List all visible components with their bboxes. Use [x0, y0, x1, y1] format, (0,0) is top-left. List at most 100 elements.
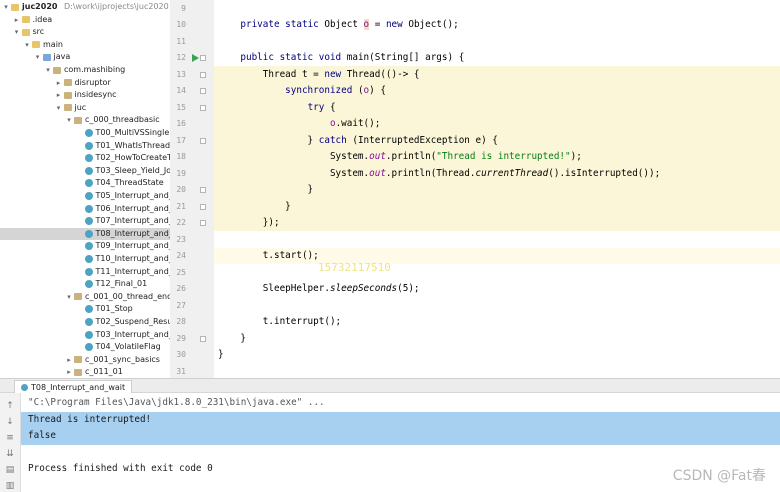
tree-node-label: juc [74, 102, 87, 112]
code-editor[interactable]: private static Object o = new Object(); … [214, 0, 780, 378]
class-icon [84, 217, 93, 226]
line-number: 23 [176, 234, 186, 244]
chevron-right-icon[interactable]: ▸ [65, 366, 73, 378]
print-icon[interactable]: ▤ [5, 465, 15, 475]
line-number: 30 [176, 350, 186, 359]
chevron-down-icon[interactable]: ▾ [23, 39, 31, 52]
tree-node-label: insidesync [74, 90, 117, 100]
class-icon [84, 267, 93, 276]
chevron-right-icon[interactable]: ▸ [55, 77, 63, 90]
tree-node[interactable]: ▸ c_001_sync_basics [0, 354, 170, 367]
tree-node[interactable]: T04_VolatileFlag [0, 341, 170, 354]
code-token: Thread(()-> { [346, 68, 420, 80]
chevron-down-icon[interactable]: ▾ [55, 102, 63, 115]
run-tab[interactable]: T08_Interrupt_and_wait [14, 380, 133, 394]
tree-node[interactable]: ▸ c_011_01 [0, 366, 170, 378]
line-number: 18 [176, 152, 186, 161]
chevron-right-icon[interactable]: ▸ [55, 89, 63, 102]
scroll-end-icon[interactable]: ⇊ [5, 449, 15, 459]
fold-marker-icon[interactable] [200, 55, 206, 61]
tree-node[interactable]: T02_Suspend_Resume [0, 316, 170, 329]
tree-node-label: T02_HowToCreateThread [95, 153, 171, 163]
fold-marker-icon[interactable] [200, 335, 206, 342]
tree-node[interactable]: ▾ c_000_threadbasic [0, 114, 170, 127]
chevron-down-icon[interactable]: ▾ [65, 291, 73, 304]
console-output[interactable]: "C:\Program Files\Java\jdk1.8.0_231\bin\… [21, 393, 780, 492]
chevron-down-icon[interactable]: ▾ [2, 1, 10, 14]
code-token: t.interrupt(); [218, 316, 342, 327]
chevron-down-icon[interactable]: ▾ [34, 51, 42, 64]
folder-icon [32, 41, 40, 49]
tree-node-label: juc2020 [22, 2, 58, 11]
fold-marker-icon[interactable] [200, 187, 206, 193]
down-arrow-icon[interactable]: ↓ [5, 417, 15, 427]
chevron-right-icon[interactable]: ▸ [13, 14, 21, 27]
wrap-icon[interactable]: ≡ [5, 433, 15, 443]
tree-node-label: c_001_00_thread_end [85, 291, 170, 301]
code-line: } catch (InterruptedException e) { [218, 133, 498, 150]
trash-icon[interactable]: ▥ [5, 481, 15, 491]
fold-marker-icon[interactable] [200, 104, 206, 111]
run-gutter-icon[interactable] [192, 54, 199, 63]
code-line: } [218, 199, 291, 216]
code-token: = [369, 19, 386, 30]
code-line: SleepHelper.sleepSeconds(5); [218, 281, 420, 298]
tree-node[interactable]: ▾ juc [0, 102, 170, 115]
tree-node-label: T12_Final_01 [95, 279, 148, 289]
tree-node[interactable]: T01_WhatIsThread [0, 140, 170, 153]
chevron-down-icon[interactable]: ▾ [13, 26, 21, 39]
fold-marker-icon[interactable] [200, 71, 206, 78]
project-tree[interactable]: ▾ juc2020 D:\work\ijprojects\juc2020 ▸ .idea… [0, 0, 171, 378]
tree-node[interactable]: ▸ insidesync [0, 89, 170, 102]
up-arrow-icon[interactable]: ↑ [5, 401, 15, 411]
tree-node-label: T11_Interrupt_and_lockInterruptibly [95, 266, 171, 276]
tree-node[interactable]: T03_Interrupt_and_NormalThread [0, 329, 170, 342]
chevron-right-icon[interactable]: ▸ [65, 354, 73, 367]
tree-node[interactable]: ▾ juc2020 D:\work\ijprojects\juc2020 [0, 1, 170, 14]
line-number: 24 [176, 251, 186, 260]
tree-node[interactable]: ▾ java [0, 51, 170, 64]
tree-node[interactable]: T11_Interrupt_and_lockInterruptibly [0, 266, 170, 279]
tree-node[interactable]: T09_Interrupt_and_sync [0, 240, 170, 253]
tree-node[interactable]: T03_Sleep_Yield_Join [0, 165, 170, 178]
code-line: private static Object o = new Object(); [218, 17, 459, 34]
chevron-down-icon[interactable]: ▾ [65, 114, 73, 127]
chevron-down-icon[interactable]: ▾ [44, 64, 52, 77]
tree-node[interactable]: ▾ com.mashibing [0, 64, 170, 77]
tree-node-label: T06_Interrupt_and_interrupted [95, 203, 171, 213]
tree-node[interactable]: ▸ disruptor [0, 77, 170, 90]
tree-node[interactable]: T10_Interrupt_and_lock [0, 253, 170, 266]
tree-node-label: T03_Sleep_Yield_Join [95, 165, 171, 175]
fold-marker-icon[interactable] [200, 220, 206, 226]
code-line: synchronized (o) { [218, 83, 386, 100]
code-line: } [218, 347, 224, 364]
tree-node[interactable]: T08_Interrupt_and_wait [0, 227, 171, 241]
package-icon [63, 91, 72, 99]
tree-node[interactable]: T04_ThreadState [0, 177, 170, 190]
code-token: SleepHelper. [218, 283, 330, 294]
tree-node[interactable]: ▾ c_001_00_thread_end [0, 291, 170, 304]
tree-node[interactable]: ▾ main [0, 39, 170, 52]
tree-node-label: T08_Interrupt_and_wait [95, 228, 171, 238]
tree-node[interactable]: ▸ .idea [0, 14, 170, 27]
tree-node[interactable]: T07_Interrupt_and_sleep [0, 215, 170, 228]
code-token: } [218, 200, 291, 212]
tree-node-label: T02_Suspend_Resume [95, 317, 171, 326]
code-token: .wait(); [335, 118, 381, 129]
folder-icon [42, 53, 51, 61]
tree-node[interactable]: ▾ src [0, 26, 170, 39]
fold-marker-icon[interactable] [200, 203, 206, 210]
class-icon [84, 192, 93, 200]
tree-node[interactable]: T12_Final_01 [0, 278, 170, 291]
code-token: out [369, 167, 386, 179]
fold-marker-icon[interactable] [200, 88, 206, 94]
tree-node[interactable]: T00_MultiVSSingle [0, 127, 170, 140]
tree-node[interactable]: T05_Interrupt_and_isInterrupted [0, 190, 170, 203]
code-line: System.out.println(Thread.currentThread(… [218, 166, 660, 183]
fold-marker-icon[interactable] [200, 137, 206, 144]
tree-node[interactable]: T01_Stop [0, 303, 170, 316]
tree-node[interactable]: T02_HowToCreateThread [0, 152, 170, 165]
tree-node[interactable]: T06_Interrupt_and_interrupted [0, 203, 170, 216]
